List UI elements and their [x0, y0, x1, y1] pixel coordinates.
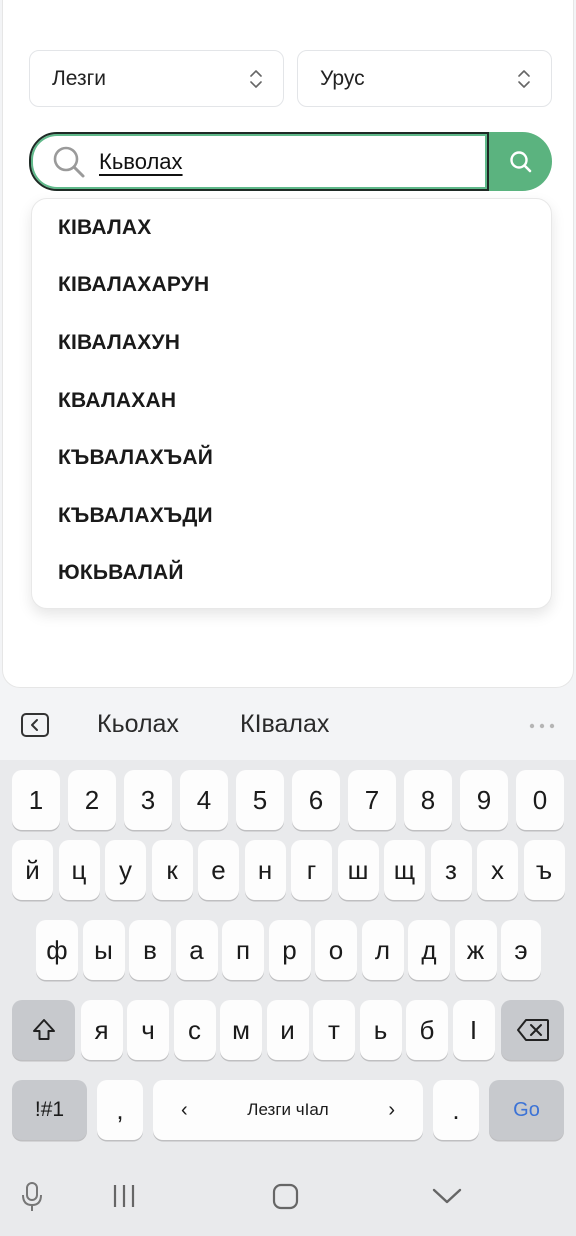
language-next-arrow: ›	[388, 1098, 395, 1121]
key-letter[interactable]: к	[151, 840, 193, 900]
key-letter[interactable]: з	[430, 840, 472, 900]
key-letter[interactable]: ъ	[523, 840, 565, 900]
key-letter[interactable]: п	[222, 920, 264, 980]
key-letter[interactable]: ь	[359, 1000, 402, 1060]
backspace-key[interactable]	[501, 1000, 564, 1060]
key-letter[interactable]: а	[175, 920, 218, 980]
chevron-down-icon[interactable]	[432, 1187, 462, 1205]
key-8[interactable]: 8	[404, 770, 452, 830]
more-dots-icon[interactable]	[528, 722, 556, 730]
key-letter[interactable]: р	[268, 920, 311, 980]
shift-arrow-icon	[32, 1019, 55, 1040]
key-letter[interactable]: у	[105, 840, 146, 900]
suggestion-item[interactable]: КЪВАЛАХЪАЙ	[32, 429, 551, 487]
symbols-key[interactable]: !#1	[12, 1080, 87, 1140]
search-bar: Кьволах	[29, 132, 552, 191]
comma-key[interactable]: ,	[97, 1080, 143, 1140]
key-letter[interactable]: м	[220, 1000, 262, 1060]
recent-apps-icon[interactable]	[111, 1183, 137, 1209]
sort-chevron-icon	[250, 69, 262, 88]
dictionary-card: Лезги Урус Кьволах КІВАЛАХ КІВАЛАХАРУН К…	[2, 0, 574, 688]
key-letter[interactable]: с	[173, 1000, 216, 1060]
space-key[interactable]: ‹ Лезги чІал ›	[153, 1080, 423, 1140]
target-language-value: Урус	[320, 66, 365, 90]
key-letter[interactable]: в	[129, 920, 171, 980]
chevron-left-box-icon[interactable]	[20, 712, 50, 738]
suggestion-item[interactable]: КІВАЛАХ	[32, 199, 551, 257]
suggestion-item[interactable]: КІВАЛАХУН	[32, 314, 551, 372]
key-letter[interactable]: ф	[36, 920, 78, 980]
search-icon	[53, 146, 85, 177]
key-letter[interactable]: й	[12, 840, 53, 900]
key-6[interactable]: 6	[292, 770, 340, 830]
key-1[interactable]: 1	[12, 770, 60, 830]
key-letter[interactable]: о	[315, 920, 357, 980]
key-letter[interactable]: ч	[127, 1000, 169, 1060]
suggestion-item[interactable]: КІВАЛАХАРУН	[32, 257, 551, 315]
target-language-select[interactable]: Урус	[297, 50, 552, 107]
suggestion-item[interactable]: КЪВАЛАХЪДИ	[32, 487, 551, 545]
key-letter[interactable]: э	[501, 920, 541, 980]
home-icon[interactable]	[272, 1183, 299, 1210]
key-letter[interactable]: І	[452, 1000, 495, 1060]
key-letter[interactable]: е	[198, 840, 239, 900]
source-language-value: Лезги	[52, 66, 107, 90]
key-3[interactable]: 3	[124, 770, 172, 830]
key-4[interactable]: 4	[180, 770, 228, 830]
key-letter[interactable]: ц	[58, 840, 100, 900]
search-icon	[509, 150, 531, 172]
suggestion-item[interactable]: ЮКЬВАЛАЙ	[32, 545, 551, 603]
prediction-1[interactable]: Кьолах	[97, 710, 179, 739]
key-letter[interactable]: и	[266, 1000, 309, 1060]
microphone-icon[interactable]	[20, 1181, 44, 1213]
key-9[interactable]: 9	[460, 770, 508, 830]
screen: Лезги Урус Кьволах КІВАЛАХ КІВАЛАХАРУН К…	[0, 0, 576, 1236]
key-letter[interactable]: г	[291, 840, 332, 900]
search-query-text: Кьволах	[99, 148, 183, 174]
key-letter[interactable]: щ	[384, 840, 425, 900]
key-letter[interactable]: д	[408, 920, 450, 980]
go-key-label: Go	[513, 1098, 540, 1121]
key-2[interactable]: 2	[68, 770, 116, 830]
prediction-2[interactable]: КІвалах	[240, 710, 329, 739]
source-language-select[interactable]: Лезги	[29, 50, 284, 107]
key-letter[interactable]: ы	[82, 920, 125, 980]
key-letter[interactable]: т	[313, 1000, 355, 1060]
key-5[interactable]: 5	[236, 770, 284, 830]
backspace-icon	[516, 1019, 549, 1041]
space-key-label: Лезги чІал	[247, 1100, 329, 1119]
autocomplete-dropdown: КІВАЛАХ КІВАЛАХАРУН КІВАЛАХУН КВАЛАХАН К…	[31, 198, 552, 609]
key-letter[interactable]: н	[244, 840, 286, 900]
key-letter[interactable]: л	[361, 920, 404, 980]
suggestion-item[interactable]: КВАЛАХАН	[32, 372, 551, 430]
key-letter[interactable]: я	[80, 1000, 123, 1060]
system-nav-bar	[0, 1155, 576, 1236]
key-letter[interactable]: ж	[454, 920, 497, 980]
sort-chevron-icon	[518, 69, 530, 88]
key-7[interactable]: 7	[348, 770, 396, 830]
key-letter[interactable]: х	[477, 840, 518, 900]
period-key[interactable]: .	[433, 1080, 479, 1140]
keyboard-prediction-bar: Кьолах КІвалах	[0, 688, 576, 760]
search-button[interactable]	[489, 132, 552, 191]
search-input[interactable]: Кьволах	[29, 132, 489, 191]
key-0[interactable]: 0	[516, 770, 564, 830]
key-letter[interactable]: ш	[337, 840, 379, 900]
key-letter[interactable]: б	[406, 1000, 448, 1060]
language-prev-arrow: ‹	[181, 1098, 188, 1121]
virtual-keyboard: 1 2 3 4 5 6 7 8 9 0 й ц у к е н г ш щ з …	[0, 760, 576, 1155]
shift-key[interactable]	[12, 1000, 75, 1060]
go-key[interactable]: Go	[489, 1080, 564, 1140]
